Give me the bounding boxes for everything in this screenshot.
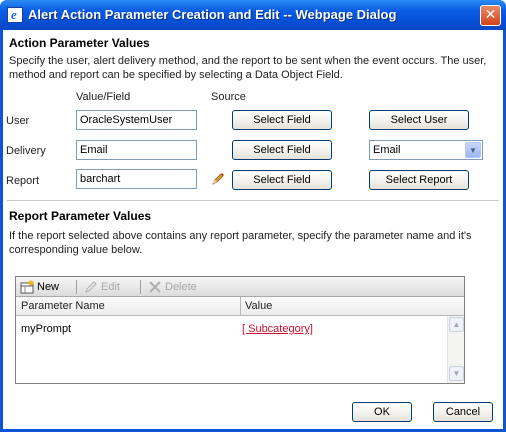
user-label: User (6, 115, 30, 127)
scroll-up-icon[interactable]: ▲ (449, 317, 464, 332)
window-title: Alert Action Parameter Creation and Edit… (28, 7, 397, 22)
source-header: Source (211, 91, 246, 103)
grid-toolbar: New Edit Delete (16, 277, 464, 297)
grid-header: Parameter Name Value (16, 297, 464, 316)
section-divider (7, 200, 499, 201)
report-value-input[interactable]: barchart (76, 169, 197, 189)
edit-label: Edit (101, 281, 120, 293)
pencil-icon[interactable] (210, 171, 226, 187)
column-header-parameter-name[interactable]: Parameter Name (21, 300, 105, 312)
select-user-button[interactable]: Select User (369, 110, 469, 130)
user-select-field-button[interactable]: Select Field (232, 110, 332, 130)
delete-label: Delete (165, 281, 197, 293)
parameter-name-cell: myPrompt (21, 323, 72, 335)
report-section-title: Report Parameter Values (9, 209, 152, 223)
delivery-label: Delivery (6, 145, 46, 157)
delete-button[interactable]: Delete (148, 280, 197, 294)
report-select-field-button[interactable]: Select Field (232, 170, 332, 190)
dialog-window: e Alert Action Parameter Creation and Ed… (0, 0, 506, 432)
column-divider[interactable] (240, 297, 241, 316)
ok-button[interactable]: OK (352, 402, 412, 422)
ie-page-icon: e (7, 7, 23, 23)
parameter-value-link[interactable]: [ Subcategory] (242, 323, 313, 335)
edit-pencil-icon (85, 281, 97, 293)
report-label: Report (6, 175, 40, 187)
title-bar[interactable]: e Alert Action Parameter Creation and Ed… (0, 0, 506, 30)
dialog-body: Action Parameter Values Specify the user… (3, 30, 503, 429)
value-field-header: Value/Field (76, 91, 131, 103)
new-button[interactable]: New (20, 280, 59, 294)
parameter-grid: New Edit Delete Parameter Name Value myP… (15, 276, 465, 384)
column-header-value[interactable]: Value (245, 300, 272, 312)
cancel-button[interactable]: Cancel (433, 402, 493, 422)
delete-x-icon (149, 281, 161, 293)
vertical-scrollbar[interactable]: ▲ ▼ (447, 316, 464, 383)
dropdown-arrow-icon[interactable]: ▼ (465, 142, 481, 158)
new-label: New (37, 281, 60, 293)
toolbar-separator (76, 280, 77, 294)
delivery-select-field-button[interactable]: Select Field (232, 140, 332, 160)
select-report-button[interactable]: Select Report (369, 170, 469, 190)
scroll-down-icon[interactable]: ▼ (449, 366, 464, 381)
grid-body: myPrompt [ Subcategory] (16, 316, 447, 383)
delivery-value-input[interactable]: Email (76, 140, 197, 160)
new-grid-icon (20, 280, 34, 294)
user-value-input[interactable]: OracleSystemUser (76, 110, 197, 130)
delivery-source-select[interactable]: Email ▼ (369, 140, 483, 160)
action-section-description: Specify the user, alert delivery method,… (9, 55, 487, 81)
toolbar-separator (140, 280, 141, 294)
action-section-title: Action Parameter Values (9, 36, 150, 50)
edit-button[interactable]: Edit (84, 280, 120, 294)
delivery-source-value: Email (373, 144, 401, 156)
report-section-description: If the report selected above contains an… (9, 230, 472, 256)
close-button[interactable]: ✕ (480, 5, 501, 26)
